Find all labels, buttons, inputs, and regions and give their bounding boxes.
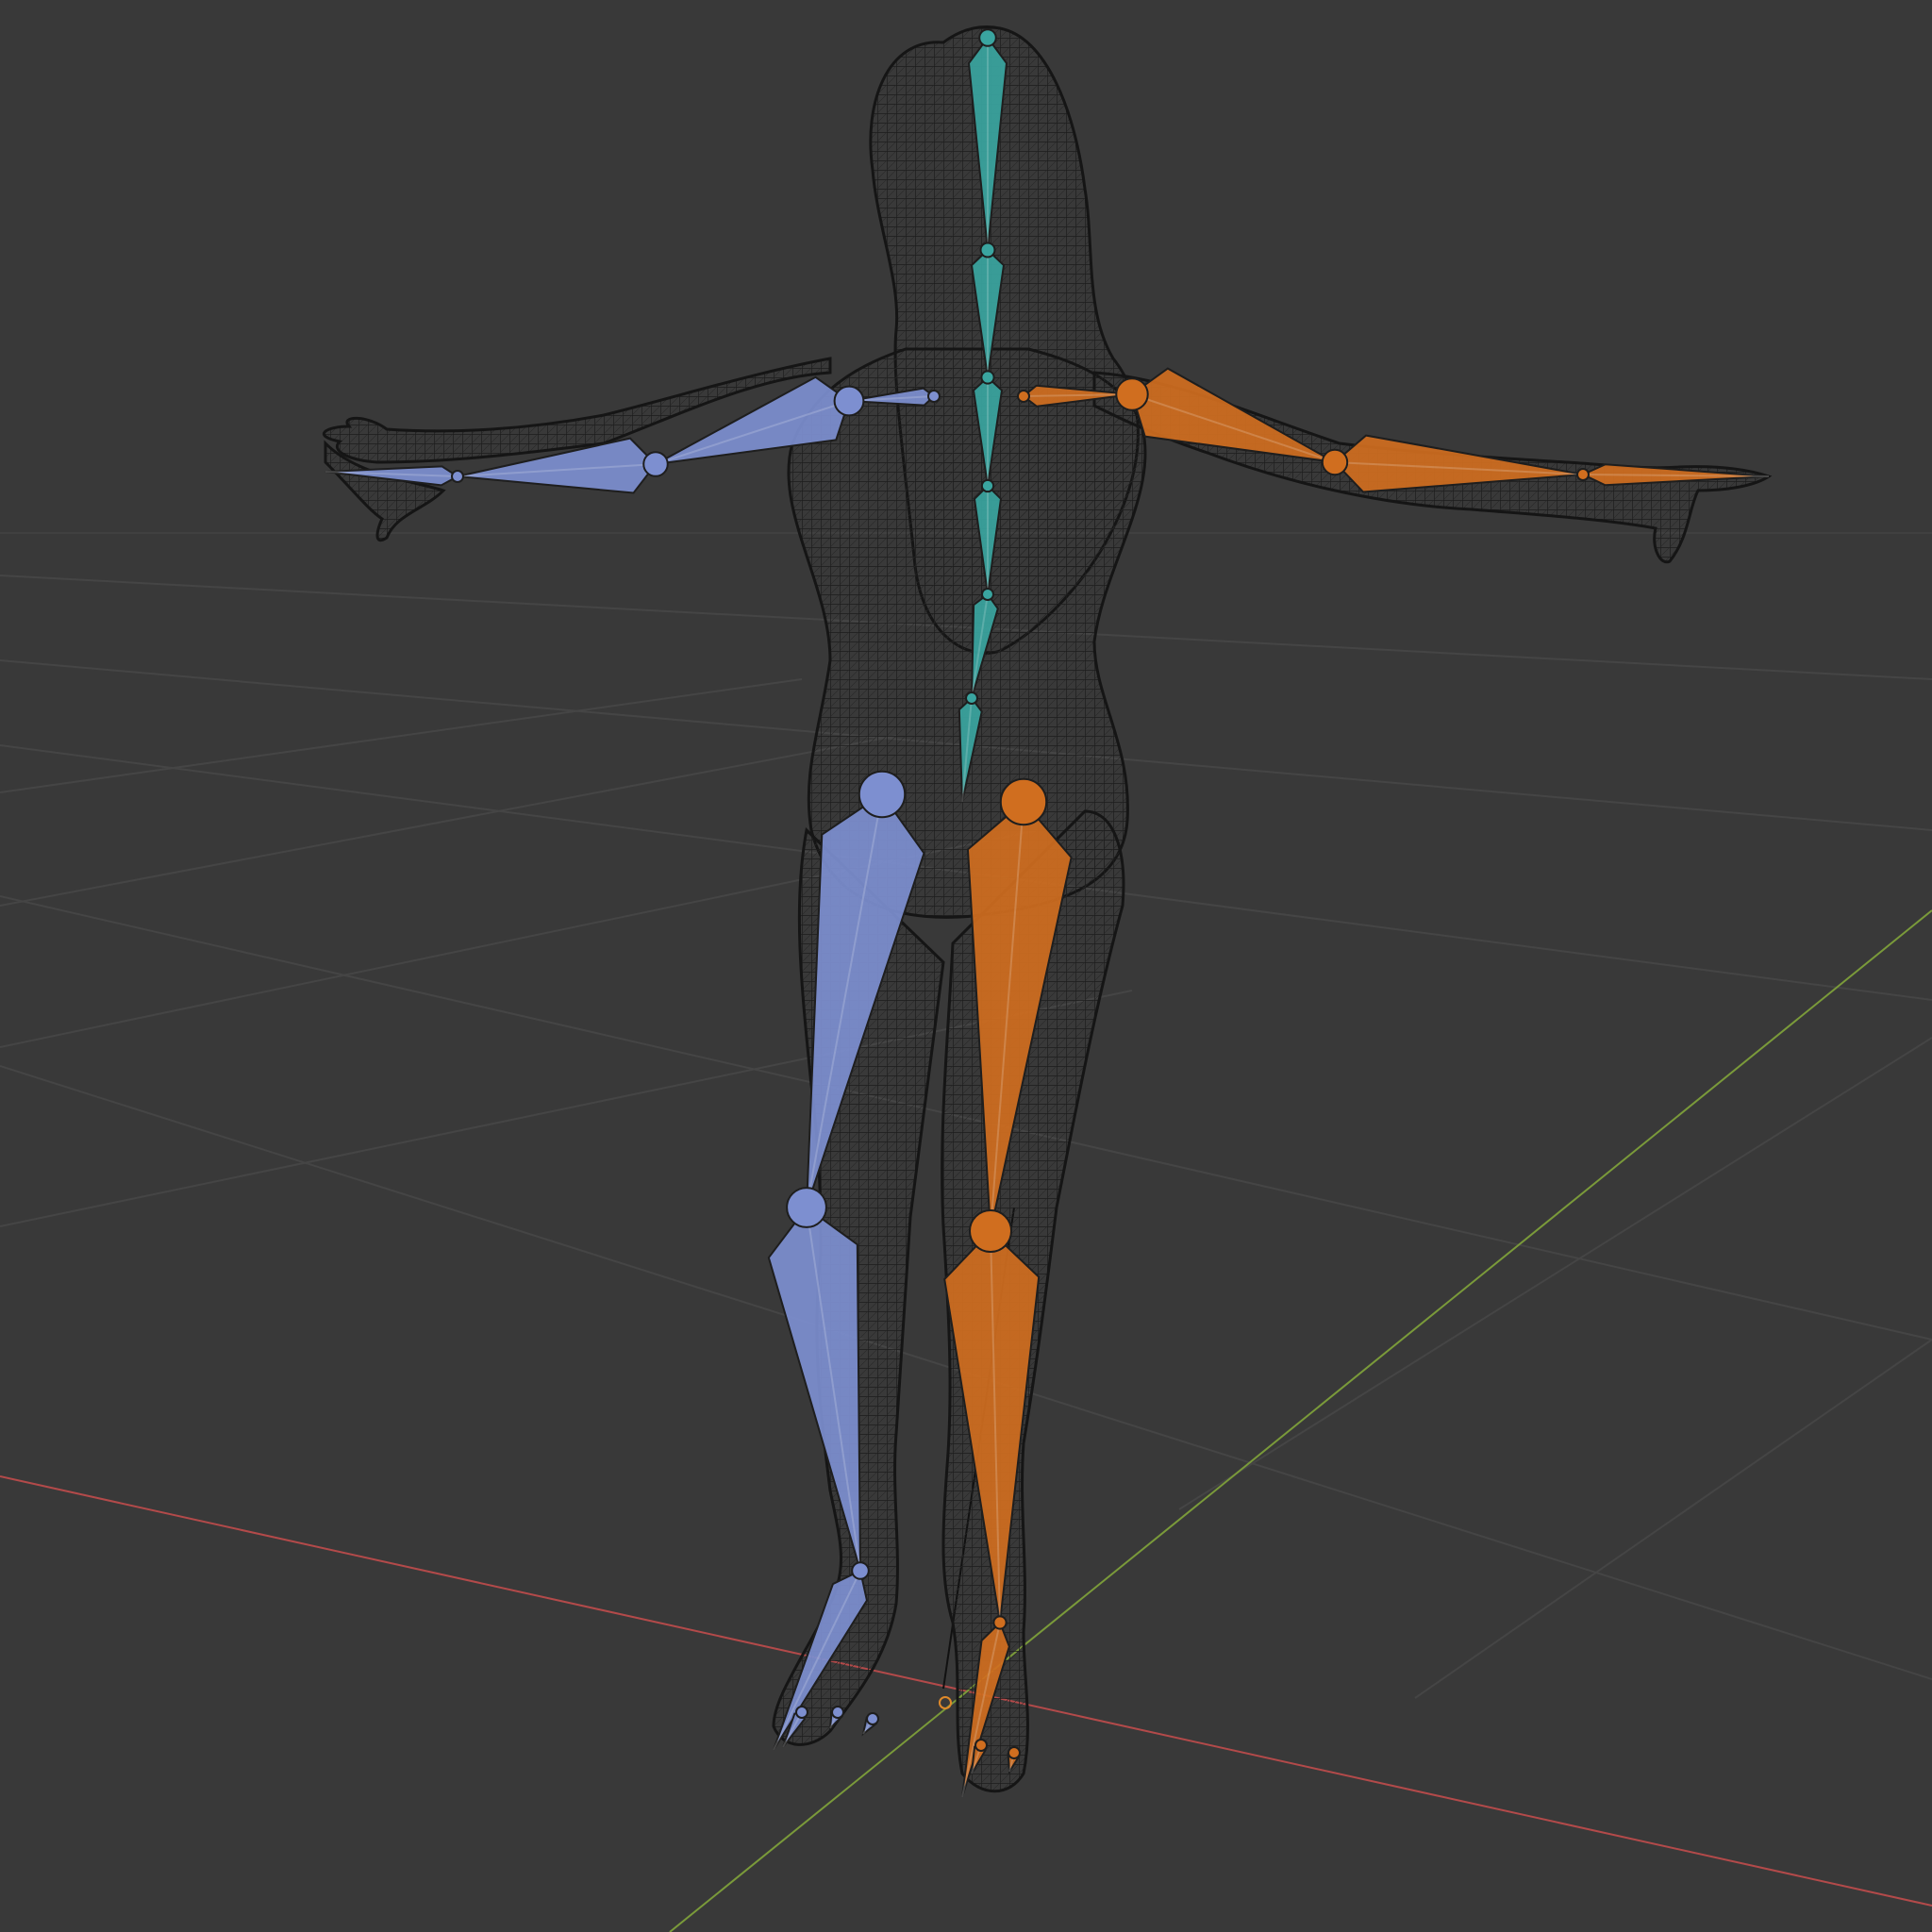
head-joint[interactable] (978, 28, 997, 47)
left-thigh-joint[interactable] (858, 770, 907, 819)
right-shin-joint[interactable] (969, 1209, 1012, 1253)
left-foot-joint[interactable] (851, 1561, 870, 1580)
right-thigh-joint[interactable] (999, 777, 1048, 826)
right-toe-5-joint[interactable] (1008, 1746, 1021, 1759)
left-toe-2-joint[interactable] (831, 1706, 844, 1719)
right-upper-arm-joint[interactable] (1115, 377, 1149, 411)
right-forearm-joint[interactable] (1321, 448, 1349, 476)
spine-2-joint[interactable] (980, 478, 995, 493)
left-toe-3-joint[interactable] (866, 1712, 879, 1725)
right-toe-4-joint[interactable] (974, 1739, 988, 1752)
right-hand-joint[interactable] (1576, 468, 1590, 481)
right-upper-arm-bone[interactable] (1130, 367, 1336, 463)
neck-joint[interactable] (979, 242, 996, 258)
right-foot-joint[interactable] (992, 1615, 1008, 1630)
hips-joint[interactable] (965, 691, 978, 705)
left-forearm-joint[interactable] (642, 451, 669, 477)
left-shoulder-joint[interactable] (927, 390, 941, 403)
left-toe-1-joint[interactable] (795, 1706, 808, 1719)
origin-marker (939, 1696, 952, 1709)
spine-1-joint[interactable] (981, 588, 994, 601)
spine-3-joint[interactable] (980, 370, 995, 385)
left-upper-arm-joint[interactable] (833, 385, 865, 417)
left-shin-joint[interactable] (786, 1187, 827, 1228)
left-hand-joint[interactable] (451, 470, 464, 483)
scene-canvas[interactable] (0, 0, 1932, 1932)
right-shoulder-joint[interactable] (1017, 390, 1030, 403)
3d-viewport[interactable] (0, 0, 1932, 1932)
